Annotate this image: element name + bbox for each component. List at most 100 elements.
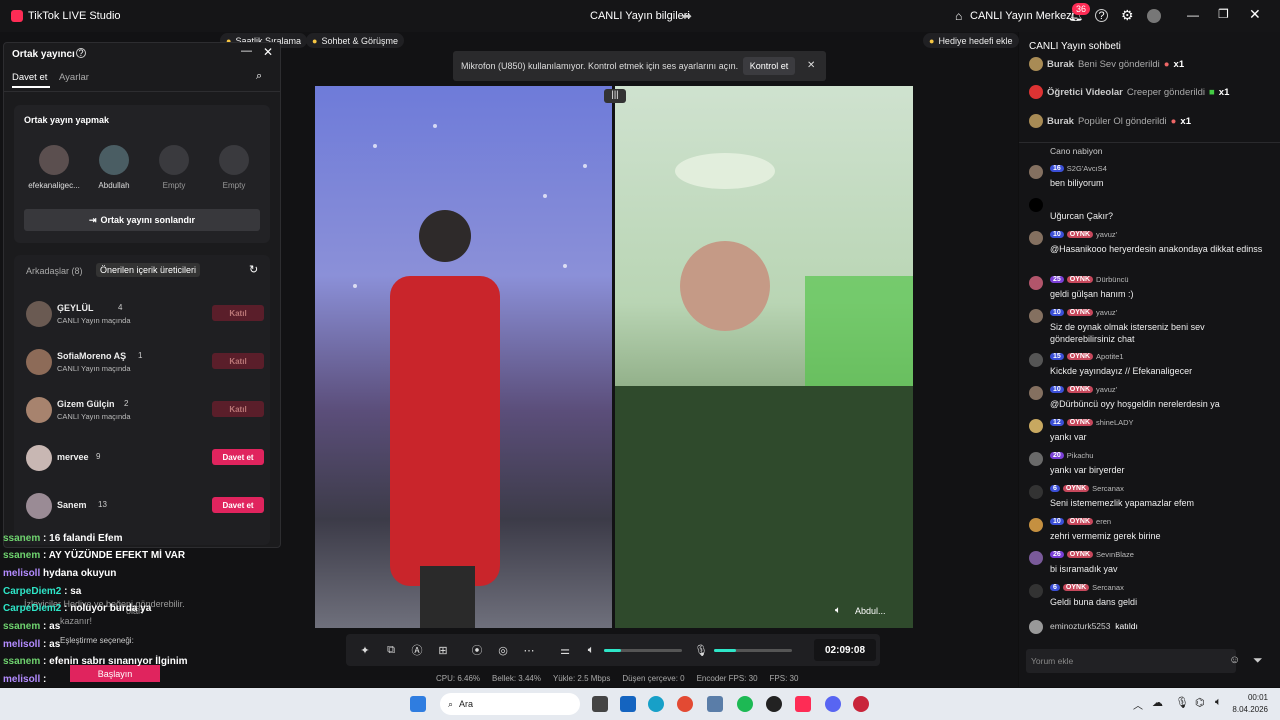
camera-icon[interactable]: ◎ [496, 643, 510, 657]
invite-button[interactable]: Davet et [212, 497, 264, 513]
avatar [1029, 386, 1043, 400]
tab-suggested[interactable]: Önerilen içerik üreticileri [96, 263, 201, 277]
gift-goal-chip[interactable]: ● Hediye hedefi ekle [923, 33, 1019, 48]
seat-4[interactable]: Empty [204, 145, 264, 190]
outlook-icon[interactable] [620, 696, 636, 712]
help-icon[interactable]: ? [1095, 9, 1108, 22]
viewer-count: 2 [124, 399, 129, 408]
volume-icon[interactable]: 🔈︎ [835, 605, 841, 616]
app-title: TikTok LIVE Studio [28, 10, 121, 22]
layout-toggle-icon[interactable]: ||| [604, 89, 626, 103]
network-icon[interactable]: ⌬ [1195, 696, 1205, 709]
search-icon: ⌕ [448, 698, 454, 709]
mic-volume-slider[interactable] [714, 648, 792, 652]
exit-icon: ⇥ [88, 214, 97, 225]
info-icon[interactable]: ? [76, 48, 86, 58]
taskbar-search[interactable]: ⌕ Ara [440, 693, 580, 715]
overlay-line: ssanem : efenin sabrı sınanıyor İlginim [3, 656, 188, 667]
overlay-hint-3: kazanır! [60, 616, 93, 626]
tab-settings[interactable]: Ayarlar [59, 72, 89, 83]
gift-row: Burak Popüler Ol gönderildi ● x1 [1029, 113, 1191, 129]
minimize-icon[interactable]: — [1187, 8, 1199, 22]
app-icon[interactable] [766, 696, 782, 712]
add-source-icon[interactable]: ⊞ [436, 643, 450, 657]
guest-label: Abdul... [855, 606, 886, 616]
avatar[interactable] [1147, 9, 1161, 23]
task-view-icon[interactable] [592, 696, 608, 712]
effects-icon[interactable]: ⧉ [384, 643, 398, 657]
mixer-icon[interactable]: ⚌ [558, 643, 572, 657]
avatar [1029, 114, 1043, 128]
magic-icon[interactable]: ✦ [358, 643, 372, 657]
chrome-icon[interactable] [677, 696, 693, 712]
record-icon[interactable]: ⦿ [470, 643, 484, 657]
stats-bar: CPU: 6.46% Bellek: 3.44% Yükle: 2.5 Mbps… [436, 674, 798, 683]
avatar [39, 145, 69, 175]
chat-title: CANLI Yayın sohbeti [1029, 41, 1121, 52]
avatar [1029, 419, 1043, 433]
filter-icon[interactable]: ⏷ [1253, 653, 1263, 668]
speaker-icon[interactable]: 🔈︎ [584, 643, 598, 657]
join-button[interactable]: Katıl [212, 401, 264, 417]
live-info-title[interactable]: CANLI Yayın bilgileri [590, 10, 690, 22]
partial-message: Cano nabiyon [1050, 146, 1103, 156]
spotify-icon[interactable] [737, 696, 753, 712]
discord-icon[interactable] [825, 696, 841, 712]
seat-3[interactable]: Empty [144, 145, 204, 190]
check-button[interactable]: Kontrol et [743, 57, 795, 75]
settings-app-icon[interactable] [707, 696, 723, 712]
ai-icon[interactable]: Ⓐ [410, 643, 424, 657]
control-bar: ✦ ⧉ Ⓐ ⊞ ⦿ ◎ ⋯ ⚌ 🔈︎ 🎙︎ 02:09:08 [346, 634, 880, 666]
tab-friends[interactable]: Arkadaşlar (8) [26, 266, 83, 276]
chat-call-chip[interactable]: ● Sohbet & Görüşme [306, 33, 404, 48]
viewer-count: 1 [138, 351, 143, 360]
join-button[interactable]: Katıl [212, 305, 264, 321]
end-cohost-button[interactable]: ⇥ Ortak yayını sonlandır [24, 209, 260, 231]
home-icon[interactable]: ⌂ [955, 9, 962, 23]
search-icon[interactable]: ⌕ [256, 70, 262, 83]
tab-invite[interactable]: Davet et [12, 72, 47, 83]
invite-button[interactable]: Davet et [212, 449, 264, 465]
chevron-up-icon[interactable]: ︿ [1133, 697, 1143, 712]
mic-icon[interactable]: 🎙︎ [694, 643, 708, 657]
volume-tray-icon[interactable]: 🔈︎ [1215, 696, 1222, 709]
overlay-line: ssanem : AY YÜZÜNDE EFEKT Mİ VAR [3, 550, 186, 561]
upload-stat: Yükle: 2.5 Mbps [552, 674, 611, 683]
refresh-icon[interactable]: ↻ [249, 263, 258, 276]
avatar [1029, 353, 1043, 367]
avatar [1029, 452, 1043, 466]
join-button[interactable]: Katıl [212, 353, 264, 369]
friend-row: SofiaMoreno AŞ 1 CANLI Yayın maçında Kat… [26, 345, 266, 385]
video-host [315, 86, 612, 628]
speaker-volume-slider[interactable] [604, 648, 682, 652]
comment-input[interactable]: Yorum ekle [1026, 649, 1236, 673]
panel-minimize-icon[interactable]: — [241, 45, 252, 57]
windows-start-icon[interactable] [410, 696, 426, 712]
divider [4, 91, 280, 92]
emoji-icon[interactable]: ☺ [1229, 654, 1240, 666]
title-bar: TikTok LIVE Studio CANLI Yayın bilgileri… [0, 0, 1280, 32]
gift-row: Öğretici Videolar Creeper gönderildi ■ x1 [1029, 84, 1229, 100]
mic-tray-icon[interactable]: 🎙︎ [1175, 696, 1189, 709]
tiktok-icon[interactable] [795, 696, 811, 712]
speaker-level [604, 648, 622, 652]
panel-close-icon[interactable]: ✕ [263, 45, 273, 59]
close-icon[interactable]: ✕ [1249, 6, 1261, 23]
start-button[interactable]: Başlayın [70, 665, 160, 682]
seat-1[interactable]: efekanaligec... [24, 145, 84, 190]
maximize-icon[interactable]: ❐ [1218, 7, 1229, 21]
live-center-link[interactable]: CANLI Yayın Merkezi [970, 10, 1074, 22]
friend-row: mervee 9 Davet et [26, 441, 266, 481]
share-icon[interactable]: ➦ [682, 9, 692, 23]
toast-close-icon[interactable]: ✕ [807, 60, 815, 71]
more-icon[interactable]: ⋯ [522, 643, 536, 657]
edge-icon[interactable] [648, 696, 664, 712]
seat-2[interactable]: Abdullah [84, 145, 144, 190]
viewer-count: 13 [98, 500, 107, 509]
section-title: Ortak yayın yapmak [24, 115, 110, 125]
cloud-icon[interactable]: ☁ [1152, 696, 1163, 709]
settings-icon[interactable]: ⚙ [1121, 7, 1134, 24]
live-timer: 02:09:08 [814, 639, 876, 661]
empty-user-icon [159, 145, 189, 175]
media-app-icon[interactable] [853, 696, 869, 712]
